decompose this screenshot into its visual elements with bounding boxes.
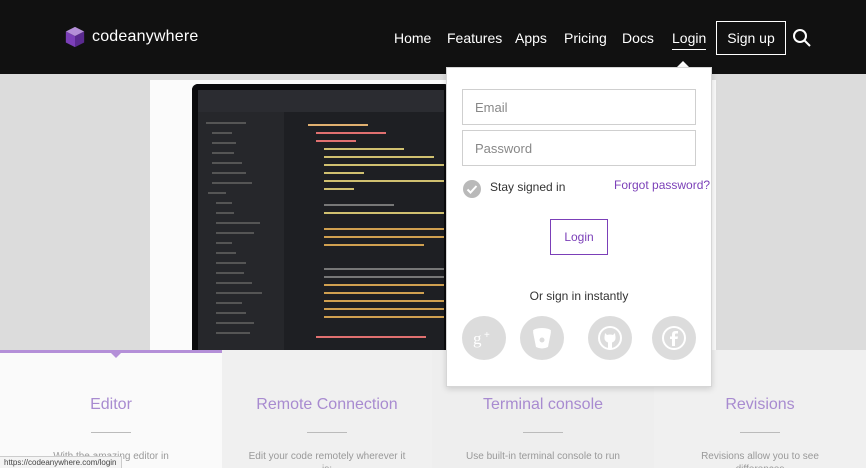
nav-login[interactable]: Login [672,30,707,50]
search-icon[interactable] [792,28,812,48]
feature-title: Terminal console [482,396,604,413]
nav-features[interactable]: Features [447,30,502,46]
brand-logo[interactable]: codeanywhere [64,26,198,48]
feature-desc: Use built-in terminal console to run [466,451,620,462]
features-row: Editor With the amazing editor in Remote… [0,350,866,468]
laptop-ide-screenshot [192,84,450,350]
github-button[interactable] [588,316,632,360]
ide-file-tree [198,112,284,350]
nav-pricing[interactable]: Pricing [564,30,607,46]
cube-logo-icon [65,26,85,48]
nav-apps[interactable]: Apps [515,30,547,46]
signup-button[interactable]: Sign up [716,21,786,55]
bitbucket-icon [533,328,551,349]
svg-text:+: + [484,330,490,341]
feature-divider [740,432,780,433]
feature-title: Editor [90,396,132,413]
feature-title: Revisions [725,396,795,413]
github-icon [598,326,622,350]
nav-docs[interactable]: Docs [622,30,654,46]
feature-active-caret [108,350,124,358]
facebook-button[interactable] [652,316,696,360]
feature-title: Remote Connection [256,396,398,413]
svg-text:g: g [473,329,482,348]
google-plus-icon: g + [473,329,490,348]
ide-toolbar [198,90,444,112]
feature-divider [307,432,347,433]
feature-remote-connection[interactable]: Remote Connection Edit your code remotel… [222,350,432,468]
feature-divider [91,432,131,433]
browser-status-url: https://codeanywhere.com/login [0,456,122,468]
google-plus-button[interactable]: g + [462,316,506,360]
login-button[interactable]: Login [550,219,608,255]
brand-name: codeanywhere [92,28,199,45]
bitbucket-button[interactable] [520,316,564,360]
feature-divider [523,432,563,433]
email-field[interactable] [462,89,696,125]
checkmark-icon [466,185,478,194]
stay-signed-in-checkbox[interactable] [463,180,481,198]
feature-desc: Edit your code remotely wherever it is; [248,451,406,468]
password-field[interactable] [462,130,696,166]
stay-signed-in-label[interactable]: Stay signed in [490,180,565,194]
or-sign-in-label: Or sign in instantly [529,289,629,303]
facebook-icon [662,326,686,350]
top-navbar: codeanywhere Home Features Apps Pricing … [0,0,866,74]
feature-editor[interactable]: Editor With the amazing editor in [0,350,222,468]
forgot-password-link[interactable]: Forgot password? [614,178,710,192]
nav-home[interactable]: Home [394,30,431,46]
feature-desc: Revisions allow you to see differences [701,451,819,468]
